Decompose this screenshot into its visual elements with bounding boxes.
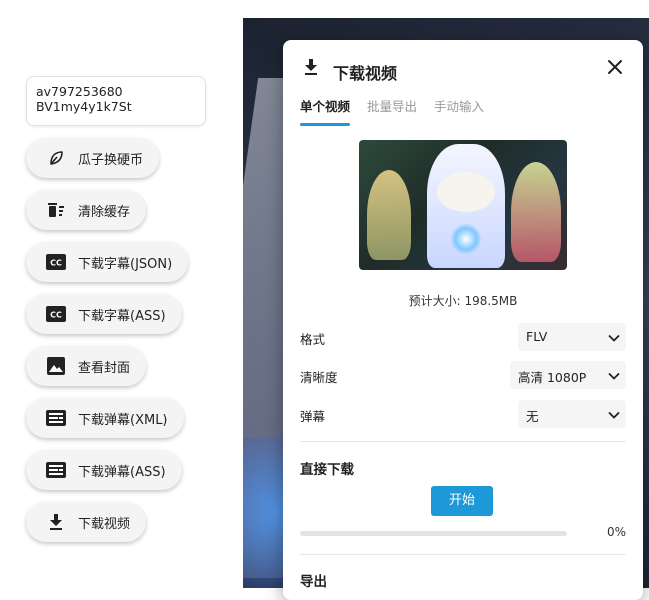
coin-exchange-button[interactable]: 瓜子换硬币 [26, 138, 160, 178]
download-progress-bar [300, 531, 567, 536]
download-danmaku-xml-button[interactable]: 下载弹幕(XML) [26, 398, 184, 438]
divider [300, 554, 626, 555]
download-danmaku-ass-label: 下载弹幕(ASS) [78, 464, 166, 480]
download-progress-text: 0% [606, 525, 626, 539]
download-subtitle-ass-button[interactable]: CC 下载字幕(ASS) [26, 294, 182, 334]
top-strip [243, 0, 649, 18]
dialog-tabs: 单个视频 批量导出 手动输入 [300, 96, 501, 126]
svg-text:CC: CC [50, 259, 62, 268]
view-cover-label: 查看封面 [78, 360, 131, 376]
download-danmaku-ass-button[interactable]: 下载弹幕(ASS) [26, 450, 182, 490]
quality-row: 清晰度 高清 1080P [300, 361, 626, 389]
format-value: FLV [526, 329, 548, 344]
leaf-icon [46, 148, 66, 168]
left-panel: av797253680 BV1my4y1k7St 瓜子换硬币 清除缓存 CC 下… [0, 0, 243, 588]
download-video-dialog: 下载视频 单个视频 批量导出 手动输入 预计大小: 198.5MB 格式 FLV… [283, 40, 643, 600]
clear-cache-label: 清除缓存 [78, 204, 131, 220]
tab-batch-export[interactable]: 批量导出 [367, 96, 417, 126]
export-title: 导出 [300, 574, 327, 590]
download-subtitle-json-button[interactable]: CC 下载字幕(JSON) [26, 242, 189, 282]
trash-icon [46, 200, 66, 220]
video-thumbnail [359, 140, 567, 270]
dialog-title: 下载视频 [333, 64, 398, 83]
download-icon [303, 58, 319, 80]
quality-label: 清晰度 [300, 370, 338, 385]
av-id: av797253680 [36, 84, 123, 99]
video-id-box[interactable]: av797253680 BV1my4y1k7St [26, 76, 206, 126]
direct-download-title: 直接下载 [300, 462, 354, 478]
divider [300, 441, 626, 442]
danmaku-value: 无 [526, 409, 539, 424]
danmaku-icon [46, 408, 66, 428]
estimated-size: 预计大小: 198.5MB [408, 294, 518, 308]
svg-text:CC: CC [50, 311, 62, 320]
closed-caption-icon: CC [46, 304, 66, 324]
format-select[interactable]: FLV [518, 323, 626, 351]
chevron-down-icon [608, 331, 620, 346]
format-label: 格式 [300, 332, 326, 347]
closed-caption-icon: CC [46, 252, 66, 272]
format-row: 格式 FLV [300, 323, 626, 351]
download-danmaku-xml-label: 下载弹幕(XML) [78, 412, 168, 428]
image-icon [46, 356, 66, 376]
quality-value: 高清 1080P [518, 370, 587, 385]
danmaku-label: 弹幕 [300, 409, 326, 424]
coin-exchange-label: 瓜子换硬币 [78, 152, 144, 168]
download-subtitle-json-label: 下载字幕(JSON) [78, 256, 173, 272]
download-subtitle-ass-label: 下载字幕(ASS) [78, 308, 166, 324]
bv-id: BV1my4y1k7St [36, 99, 132, 114]
view-cover-button[interactable]: 查看封面 [26, 346, 147, 386]
download-icon [46, 512, 66, 532]
tab-manual-input[interactable]: 手动输入 [434, 96, 484, 126]
clear-cache-button[interactable]: 清除缓存 [26, 190, 147, 230]
dialog-header: 下载视频 [283, 40, 643, 96]
danmaku-select[interactable]: 无 [518, 400, 626, 428]
chevron-down-icon [608, 408, 620, 423]
quality-select[interactable]: 高清 1080P [510, 361, 626, 389]
tab-single-video[interactable]: 单个视频 [300, 96, 351, 126]
danmaku-row: 弹幕 无 [300, 400, 626, 428]
download-video-label: 下载视频 [78, 516, 131, 532]
chevron-down-icon [608, 369, 620, 384]
download-video-button[interactable]: 下载视频 [26, 502, 147, 542]
close-icon[interactable] [605, 57, 625, 77]
danmaku-icon [46, 460, 66, 480]
start-button[interactable]: 开始 [431, 486, 493, 516]
